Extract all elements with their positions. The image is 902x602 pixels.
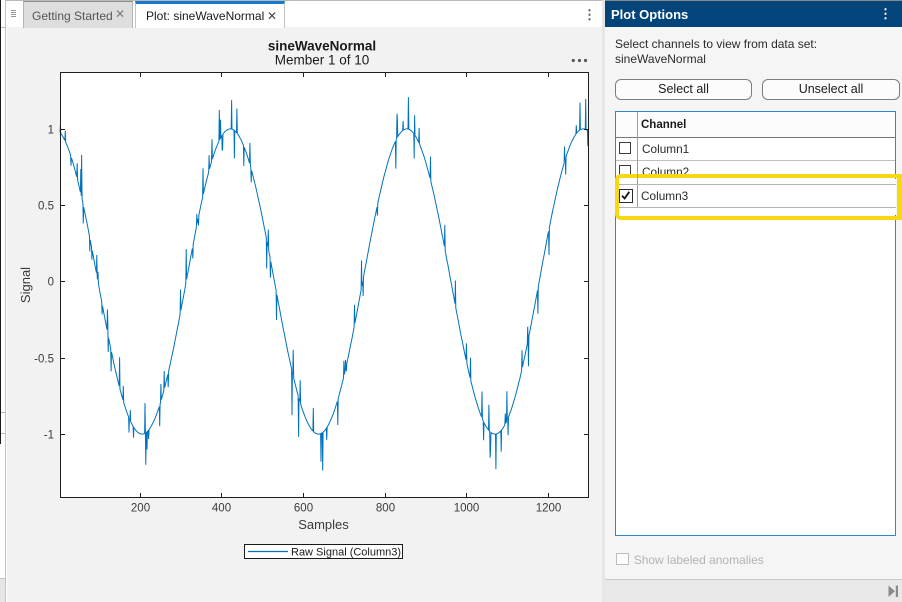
svg-text:sineWaveNormal: sineWaveNormal (268, 39, 376, 54)
svg-text:0.5: 0.5 (38, 201, 54, 213)
svg-text:1200: 1200 (536, 503, 562, 515)
svg-text:-0.5: -0.5 (34, 354, 54, 366)
svg-text:Member 1 of 10: Member 1 of 10 (275, 53, 370, 68)
svg-text:-1: -1 (44, 430, 54, 442)
svg-text:1000: 1000 (454, 503, 480, 515)
svg-text:1: 1 (48, 125, 54, 137)
svg-text:800: 800 (376, 503, 395, 515)
svg-text:Raw Signal (Column3): Raw Signal (Column3) (291, 547, 401, 559)
svg-text:600: 600 (294, 503, 313, 515)
svg-text:400: 400 (212, 503, 231, 515)
svg-text:0: 0 (48, 277, 54, 289)
svg-text:200: 200 (131, 503, 150, 515)
svg-text:Samples: Samples (298, 517, 349, 532)
svg-text:Signal: Signal (18, 267, 33, 303)
